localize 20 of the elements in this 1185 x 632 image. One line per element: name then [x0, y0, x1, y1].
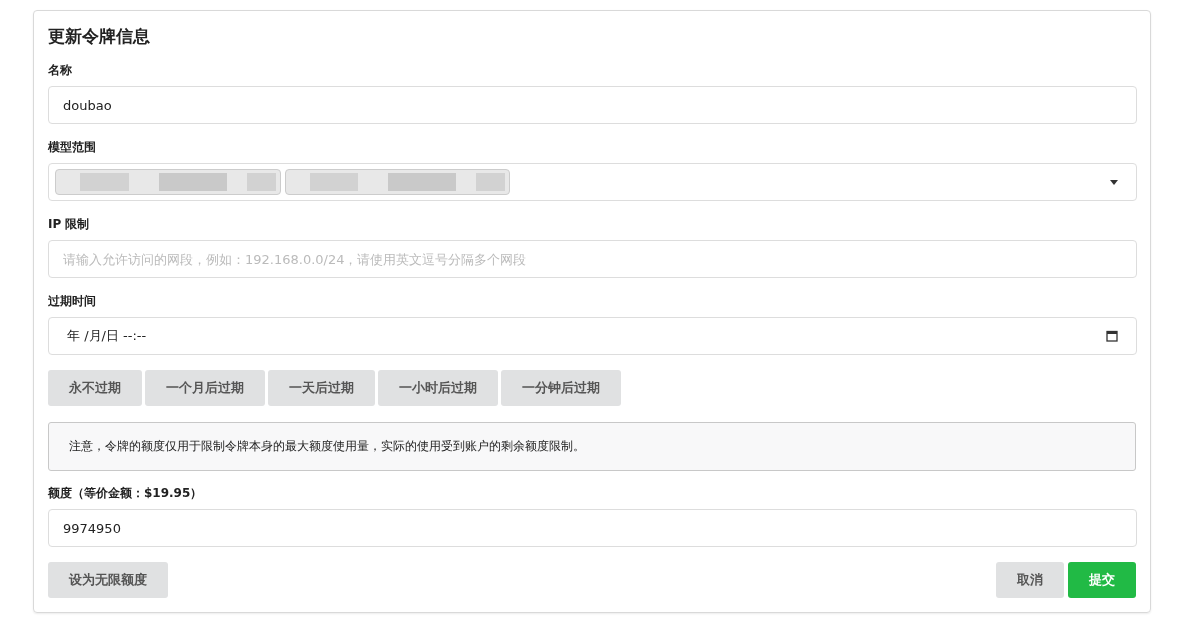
field-label: IP 限制: [48, 216, 91, 233]
date-input[interactable]: 年 /月/日 --:--: [48, 317, 1137, 355]
field-label: 名称: [48, 62, 73, 79]
expiry-button[interactable]: 一分钟后过期: [501, 370, 621, 406]
quota-input[interactable]: 9974950: [48, 509, 1137, 547]
field-label: 模型范围: [48, 139, 97, 156]
name-input[interactable]: doubao: [48, 86, 1137, 124]
field-label: 额度（等价金额：$19.95）: [48, 485, 204, 502]
expiry-button[interactable]: 永不过期: [48, 370, 142, 406]
expiry-button[interactable]: 一天后过期: [268, 370, 375, 406]
expiry-button[interactable]: 一个月后过期: [145, 370, 265, 406]
field-label: 过期时间: [48, 293, 97, 310]
action-button[interactable]: 取消: [996, 562, 1064, 598]
caret-icon: [1110, 179, 1118, 185]
action-button[interactable]: 设为无限额度: [48, 562, 168, 598]
calendar-icon[interactable]: [1106, 330, 1118, 342]
expiry-button[interactable]: 一小时后过期: [378, 370, 498, 406]
form-title: 更新令牌信息: [48, 25, 151, 48]
notice-message: 注意，令牌的额度仅用于限制令牌本身的最大额度使用量，实际的使用受到账户的剩余额度限制。: [48, 422, 1136, 471]
ip-input[interactable]: 请输入允许访问的网段，例如：192.168.0.0/24，请使用英文逗号分隔多个网段: [48, 240, 1137, 278]
